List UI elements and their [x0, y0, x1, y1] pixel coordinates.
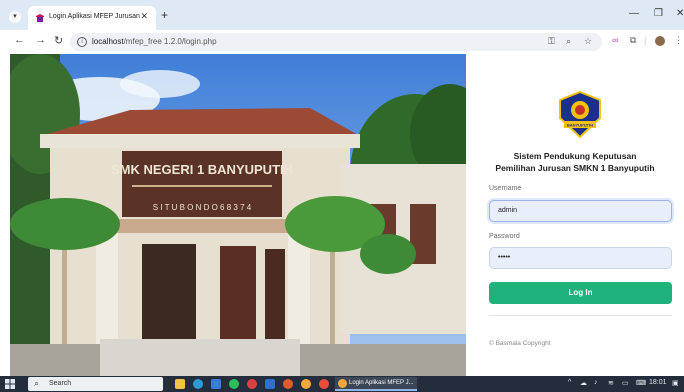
- app-title: Sistem Pendukung Keputusan Pemilihan Jur…: [466, 150, 684, 174]
- clock[interactable]: 18:01: [649, 379, 667, 386]
- tab-search-icon[interactable]: ▾: [9, 11, 21, 23]
- tab-login[interactable]: Login Aplikasi MFEP Jurusan ✕: [28, 6, 156, 30]
- app-icon-orange[interactable]: [283, 379, 293, 389]
- edge-icon[interactable]: [193, 379, 203, 389]
- school-photo-drawing: SMK NEGERI 1 BANYUPUTIH S I T U B O N D …: [10, 54, 466, 376]
- chrome-icon[interactable]: [301, 379, 311, 389]
- username-field[interactable]: admin: [489, 200, 672, 222]
- extension-icon[interactable]: ∞: [612, 35, 618, 45]
- app-icon-blue[interactable]: [265, 379, 275, 389]
- close-tab-icon[interactable]: ✕: [140, 11, 148, 22]
- school-logo: BANYUPUTIH: [559, 90, 601, 139]
- login-panel: BANYUPUTIH Sistem Pendukung Keputusan Pe…: [466, 54, 684, 376]
- forward-icon[interactable]: →: [35, 34, 46, 46]
- windows-start-icon[interactable]: [5, 379, 15, 389]
- minimize-icon[interactable]: —: [629, 8, 639, 19]
- tab-title: Login Aplikasi MFEP Jurusan: [49, 13, 140, 20]
- chrome-pinned-icon[interactable]: [319, 379, 329, 389]
- svg-text:BANYUPUTIH: BANYUPUTIH: [567, 123, 593, 128]
- extensions-puzzle-icon[interactable]: ⧉: [630, 35, 636, 46]
- zoom-icon[interactable]: ⌕: [566, 36, 571, 47]
- battery-icon[interactable]: ▭: [622, 379, 629, 387]
- browser-window: ▾ Login Aplikasi MFEP Jurusan ✕ + — ❐ ✕ …: [0, 0, 684, 392]
- toolbar-divider: |: [644, 35, 647, 45]
- username-label: Username: [489, 185, 522, 192]
- app-title-line2: Pemilihan Jurusan SMKN 1 Banyuputih: [495, 163, 655, 173]
- maximize-icon[interactable]: ❐: [654, 8, 663, 19]
- reload-icon[interactable]: ↻: [54, 34, 63, 47]
- favicon-icon: [36, 14, 44, 22]
- notification-icon[interactable]: ▣: [672, 379, 679, 387]
- new-tab-icon[interactable]: +: [161, 8, 168, 22]
- url-text[interactable]: localhost/mfep_free 1.2.0/login.php: [92, 37, 217, 46]
- bookmark-star-icon[interactable]: ☆: [584, 36, 592, 47]
- close-window-icon[interactable]: ✕: [676, 8, 684, 19]
- tab-strip: ▾ Login Aplikasi MFEP Jurusan ✕ + — ❐ ✕: [0, 0, 684, 30]
- copyright-text: © Basmala Copyright: [489, 340, 551, 347]
- site-info-icon[interactable]: i: [77, 37, 87, 47]
- taskbar-search-label: Search: [49, 380, 72, 387]
- password-field[interactable]: •••••: [489, 247, 672, 269]
- school-sign-city: S I T U B O N D O 6 8 3 7 4: [153, 203, 252, 212]
- app-icon-red[interactable]: [247, 379, 257, 389]
- password-label: Password: [489, 233, 520, 240]
- file-explorer-icon[interactable]: [175, 379, 185, 389]
- school-sign-name: SMK NEGERI 1 BANYUPUTIH: [111, 162, 293, 177]
- profile-avatar[interactable]: [655, 36, 665, 46]
- password-key-icon[interactable]: ⚿: [548, 36, 555, 47]
- language-icon[interactable]: ⌨: [636, 379, 646, 387]
- whatsapp-icon[interactable]: [229, 379, 239, 389]
- browser-toolbar: ← → ↻ i localhost/mfep_free 1.2.0/login.…: [0, 30, 684, 54]
- taskbar-search-box[interactable]: ⌕ Search: [28, 377, 163, 391]
- menu-dots-icon[interactable]: ⋮: [674, 35, 683, 46]
- store-icon[interactable]: [211, 379, 221, 389]
- network-icon[interactable]: ≋: [608, 379, 614, 387]
- active-window-label: Login Aplikasi MFEP J...: [349, 380, 414, 386]
- volume-icon[interactable]: ♪: [594, 379, 598, 386]
- login-button[interactable]: Log In: [489, 282, 672, 304]
- tray-chevron-icon[interactable]: ^: [568, 379, 571, 386]
- search-icon: ⌕: [34, 378, 40, 388]
- active-window-icon: [338, 379, 347, 388]
- page-content: SMK NEGERI 1 BANYUPUTIH S I T U B O N D …: [0, 54, 684, 376]
- windows-taskbar: ⌕ Search Login Aplikasi MFEP J... ^ ☁ ♪ …: [0, 376, 684, 392]
- app-title-line1: Sistem Pendukung Keputusan: [513, 151, 637, 161]
- address-bar[interactable]: i localhost/mfep_free 1.2.0/login.php ⚿ …: [70, 33, 602, 51]
- weather-icon[interactable]: ☁: [580, 379, 587, 387]
- school-building-image: SMK NEGERI 1 BANYUPUTIH S I T U B O N D …: [10, 54, 466, 376]
- back-icon[interactable]: ←: [14, 34, 25, 46]
- panel-divider: [489, 315, 672, 316]
- taskbar-active-window[interactable]: Login Aplikasi MFEP J...: [335, 377, 417, 391]
